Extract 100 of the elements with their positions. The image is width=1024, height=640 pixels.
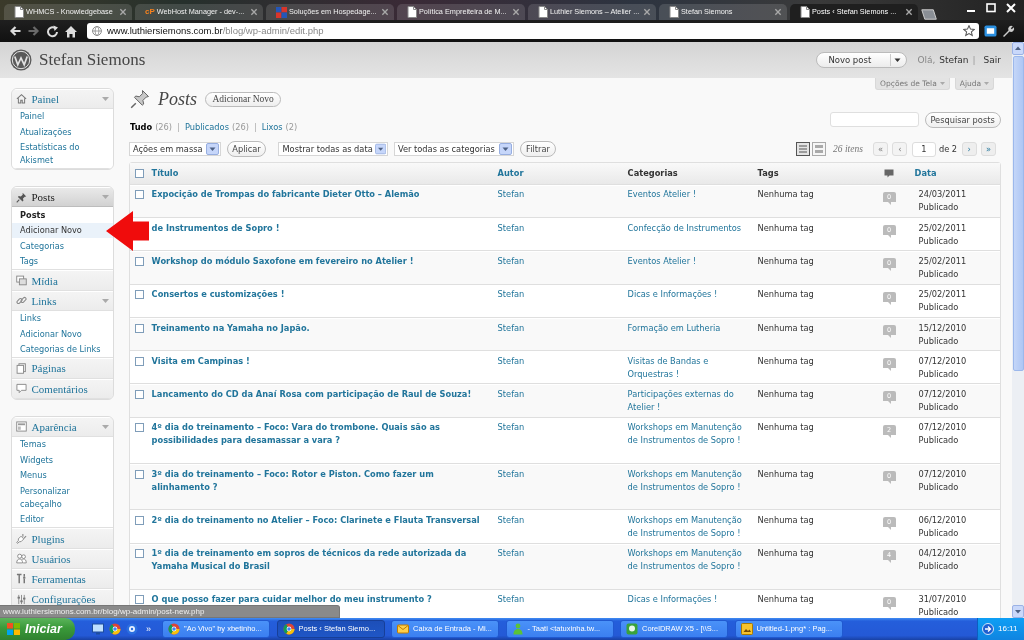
last-page-button[interactable]: » bbox=[981, 141, 997, 157]
post-title-link[interactable]: Treinamento na Yamaha no Japão. bbox=[151, 321, 310, 335]
post-title-link[interactable]: 4º dia do treinamento – Foco: Vara do trombone. Quais são as possibilidades para desamassar a vara ? bbox=[151, 421, 489, 448]
menu-item[interactable]: Plugins bbox=[12, 528, 113, 549]
submenu-item[interactable]: Adicionar Novo bbox=[12, 222, 113, 239]
post-title-link[interactable]: Visita em Campinas ! bbox=[151, 354, 250, 368]
author-link[interactable]: Stefan bbox=[497, 388, 525, 402]
column-header[interactable]: Data bbox=[914, 168, 937, 179]
author-link[interactable]: Stefan bbox=[497, 188, 525, 202]
menu-item[interactable]: Usuários bbox=[12, 548, 113, 569]
category-link[interactable]: Visitas de Bandas e Orquestras ! bbox=[627, 354, 747, 381]
submenu-item[interactable]: Personalizar cabeçalho bbox=[12, 483, 113, 512]
submenu-item[interactable]: Links bbox=[12, 310, 113, 327]
submenu-item[interactable]: Categorias de Links bbox=[12, 341, 113, 358]
submenu-item[interactable]: Temas bbox=[12, 436, 113, 453]
app-tile-icon[interactable] bbox=[984, 25, 997, 37]
view-link[interactable]: Publicados bbox=[184, 121, 229, 132]
scrollbar[interactable] bbox=[1012, 42, 1024, 618]
search-button[interactable]: Pesquisar posts bbox=[924, 111, 1001, 128]
checkbox[interactable] bbox=[134, 390, 144, 400]
toggle-arrow-icon[interactable] bbox=[102, 424, 109, 429]
checkbox[interactable] bbox=[134, 290, 144, 300]
star-icon[interactable] bbox=[963, 25, 975, 37]
menu-item[interactable]: Ferramentas bbox=[12, 568, 113, 589]
toggle-arrow-icon[interactable] bbox=[102, 298, 109, 303]
reload-icon[interactable] bbox=[46, 24, 59, 38]
logout-link[interactable]: Sair bbox=[983, 53, 1001, 67]
post-title-link[interactable]: Consertos e customizações ! bbox=[151, 288, 285, 302]
submenu-item[interactable]: Painel bbox=[12, 108, 113, 125]
menu-item[interactable]: Painel bbox=[12, 88, 113, 109]
submenu-item[interactable]: Posts bbox=[12, 207, 113, 223]
post-title-link[interactable]: de Instrumentos de Sopro ! bbox=[151, 221, 280, 235]
post-title-link[interactable]: O que posso fazer para cuidar melhor do meu instrumento ? bbox=[151, 593, 432, 607]
submenu-item[interactable]: Editor bbox=[12, 511, 113, 528]
wrench-icon[interactable] bbox=[1002, 24, 1015, 38]
category-link[interactable]: Confecção de Instrumentos bbox=[627, 221, 742, 235]
checkbox[interactable] bbox=[134, 595, 144, 605]
checkbox[interactable] bbox=[134, 515, 144, 525]
menu-item[interactable]: Links bbox=[12, 290, 113, 311]
filter-button[interactable]: Filtrar bbox=[519, 141, 556, 157]
view-link[interactable]: Lixos bbox=[261, 121, 283, 132]
monitor-icon[interactable] bbox=[92, 623, 104, 635]
category-filter-select[interactable]: Ver todas as categorias bbox=[394, 141, 514, 157]
circle-arrow-icon[interactable] bbox=[982, 623, 994, 635]
author-link[interactable]: Stefan bbox=[497, 288, 525, 302]
scroll-up-icon[interactable] bbox=[1012, 42, 1024, 55]
submenu-item[interactable]: Estatísticas do Akismet bbox=[12, 139, 113, 169]
add-new-button[interactable]: Adicionar Novo bbox=[205, 91, 281, 107]
category-link[interactable]: Workshops em Manutenção de Instrumentos de Sopro ! bbox=[627, 421, 747, 448]
author-link[interactable]: Stefan bbox=[497, 221, 525, 235]
checkbox[interactable] bbox=[134, 323, 144, 333]
category-link[interactable]: Dicas e Informações ! bbox=[627, 593, 718, 607]
checkbox[interactable] bbox=[134, 356, 144, 366]
bulk-actions-select[interactable]: Ações em massa bbox=[129, 141, 221, 157]
category-link[interactable]: Workshops em Manutenção de Instrumentos de Sopro ! bbox=[627, 513, 747, 540]
menu-item[interactable]: Posts bbox=[12, 187, 113, 208]
close-icon[interactable] bbox=[905, 8, 913, 16]
scrollbar-thumb[interactable] bbox=[1012, 56, 1024, 371]
search-field[interactable] bbox=[829, 111, 919, 128]
apply-button[interactable]: Aplicar bbox=[227, 141, 266, 157]
address-field[interactable]: www.luthiersiemons.com.br/blog/wp-admin/edit.php bbox=[87, 23, 979, 39]
browser-icon[interactable] bbox=[109, 623, 121, 635]
author-link[interactable]: Stefan bbox=[497, 421, 525, 435]
more-button[interactable]: » bbox=[146, 623, 151, 635]
author-link[interactable]: Stefan bbox=[497, 467, 525, 481]
list-view-icon[interactable] bbox=[796, 142, 811, 156]
submenu-item[interactable]: Categorias bbox=[12, 238, 113, 254]
submenu-item[interactable]: Tags bbox=[12, 253, 113, 270]
column-header[interactable]: Autor bbox=[497, 168, 524, 179]
toggle-arrow-icon[interactable] bbox=[102, 195, 109, 200]
menu-item[interactable]: Aparência bbox=[12, 416, 113, 437]
column-header[interactable]: Título bbox=[151, 168, 179, 179]
author-link[interactable]: Stefan bbox=[497, 321, 525, 335]
submenu-item[interactable]: Adicionar Novo bbox=[12, 326, 113, 342]
submenu-item[interactable]: Widgets bbox=[12, 452, 113, 468]
back-icon[interactable] bbox=[8, 24, 22, 38]
disc-icon[interactable] bbox=[126, 623, 138, 635]
checkbox[interactable] bbox=[134, 256, 144, 266]
checkbox[interactable] bbox=[134, 469, 144, 479]
start-button[interactable]: Iniciar bbox=[0, 618, 75, 640]
checkbox[interactable] bbox=[134, 423, 144, 433]
author-link[interactable]: Stefan bbox=[497, 254, 525, 268]
submenu-item[interactable]: Atualizações bbox=[12, 124, 113, 140]
maximize-icon[interactable] bbox=[986, 3, 996, 13]
category-link[interactable]: Dicas e Informações ! bbox=[627, 288, 718, 302]
new-tab-icon[interactable] bbox=[921, 9, 937, 20]
menu-item[interactable]: Comentários bbox=[12, 378, 113, 399]
home-icon[interactable] bbox=[64, 24, 78, 38]
scroll-down-icon[interactable] bbox=[1012, 605, 1024, 618]
menu-item[interactable]: Mídia bbox=[12, 270, 113, 291]
new-post-dropdown[interactable]: Novo post bbox=[816, 52, 908, 68]
author-link[interactable]: Stefan bbox=[497, 354, 525, 368]
view-link[interactable]: Tudo bbox=[130, 121, 153, 132]
next-page-button[interactable]: › bbox=[961, 141, 977, 157]
post-title-link[interactable]: 2º dia do treinamento no Atelier – Foco: Clarinete e Flauta Transversal bbox=[151, 513, 480, 527]
checkbox[interactable] bbox=[134, 169, 144, 179]
toggle-arrow-icon[interactable] bbox=[102, 96, 109, 101]
user-link[interactable]: Stefan bbox=[939, 53, 969, 67]
submenu-item[interactable]: Menus bbox=[12, 467, 113, 484]
checkbox[interactable] bbox=[134, 549, 144, 559]
